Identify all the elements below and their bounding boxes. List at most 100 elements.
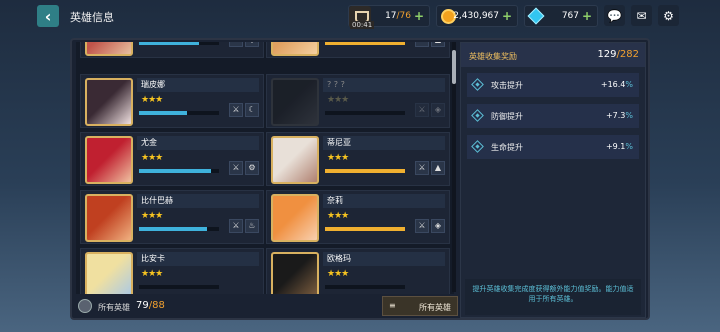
hero-card[interactable]: 蒂尼亚 ★★★ ⚔ ▲ [266,132,450,186]
hero-progress-fill [139,169,211,173]
hero-progress-bar [139,111,219,115]
hero-progress-fill [325,169,405,173]
element-icon: ☾ [245,103,259,117]
diamond-icon [471,109,484,122]
element-icon: ◈ [245,42,259,47]
hero-stars: ★★★ [141,95,163,105]
gold-resource[interactable]: 2,430,967 + [436,5,518,27]
hero-name: 尤金 [137,136,259,150]
hero-class-icons: ⚔▲ [415,161,445,175]
hero-progress-fill [325,227,405,231]
hero-card[interactable]: 比什巴赫 ★★★ ⚔ ♨ [80,190,264,244]
sword-icon: ⚔ [415,103,429,117]
hero-portrait [85,252,133,294]
scrollbar[interactable] [452,42,456,292]
hero-card[interactable]: 欧格玛 ★★★ [266,248,450,294]
element-icon: ◈ [431,219,445,233]
hero-portrait [85,42,133,56]
hero-list[interactable]: ★★★⚔◈★★★⚔▲瑞皮娜★★★⚔☾? ? ?★★★⚔◈尤金★★★⚔⚙蒂尼亚★★… [76,42,454,294]
hero-portrait [85,194,133,242]
page-title: 英雄信息 [70,11,114,24]
hero-group-icon [78,299,92,313]
hero-name: 奈莉 [323,194,445,208]
sword-icon: ⚔ [229,219,243,233]
collection-header: 英雄收集奖励 129/282 [461,43,645,67]
hero-progress-fill [325,42,405,45]
chat-button[interactable]: 💬 [604,5,625,26]
hero-count-bar: 所有英雄 79/88 ≡ 所有英雄 [76,296,458,318]
add-gold-icon[interactable]: + [502,9,512,23]
diamond-icon [471,140,484,153]
hero-stars: ★★★ [141,153,163,163]
sword-icon: ⚔ [415,161,429,175]
hero-portrait [271,194,319,242]
filter-icon: ≡ [389,301,396,310]
hero-portrait [271,136,319,184]
back-button[interactable]: ‹ [37,5,59,27]
settings-button[interactable]: ⚙ [658,5,679,26]
hero-card[interactable]: ★★★⚔◈ [80,42,264,58]
hero-progress-bar [325,227,405,231]
hero-stars: ★★★ [327,269,349,279]
hero-portrait [85,136,133,184]
collection-count: 129/282 [597,49,639,60]
hero-stars: ★★★ [327,95,349,105]
element-icon: ⚙ [245,161,259,175]
hero-progress-fill [139,42,199,45]
hero-class-icons: ⚔ ♨ [229,219,259,233]
sword-icon: ⚔ [229,161,243,175]
sword-icon: ⚔ [415,219,429,233]
sword-icon: ⚔ [229,103,243,117]
stamina-timer: 00:41 [350,21,375,29]
hero-stars: ★★★ [327,211,349,221]
diamond-icon [471,78,484,91]
hero-class-icons: ⚔◈ [415,103,445,117]
gem-icon [527,7,545,25]
stat-defense: 防御提升 +7.3% [467,104,639,128]
hero-progress-bar [325,42,405,45]
hero-progress-bar [139,42,219,45]
hero-portrait [271,78,319,126]
collection-note: 提升英雄收集完成度获得额外能力值奖励。能力值适用于所有英雄。 [465,279,641,315]
hero-stars: ★★★ [141,211,163,221]
hero-class-icons: ⚔▲ [415,42,445,47]
mail-icon: ✉ [636,8,647,23]
hero-card[interactable]: ? ? ? ★★★ ⚔ ◈ [266,74,450,128]
hero-count: 79/88 [136,300,165,311]
add-gem-icon[interactable]: + [582,9,592,23]
filter-button[interactable]: ≡ 所有英雄 [382,296,458,316]
element-icon: ◈ [431,103,445,117]
hero-name: 蒂尼亚 [323,136,445,150]
hero-card[interactable]: 奈莉 ★★★ ⚔ ◈ [266,190,450,244]
mail-button[interactable]: ✉ [631,5,652,26]
hero-card[interactable]: 比安卡 ★★★ [80,248,264,294]
hero-name: 瑞皮娜 [137,78,259,92]
element-icon: ♨ [245,219,259,233]
hero-card[interactable]: 尤金 ★★★ ⚔ ⚙ [80,132,264,186]
hero-progress-bar [139,285,219,289]
add-stamina-icon[interactable]: + [414,9,424,23]
hero-progress-bar [139,169,219,173]
hero-info-panel: ★★★⚔◈★★★⚔▲瑞皮娜★★★⚔☾? ? ?★★★⚔◈尤金★★★⚔⚙蒂尼亚★★… [70,38,650,320]
hero-card[interactable]: 瑞皮娜 ★★★ ⚔ ☾ [80,74,264,128]
hero-progress-bar [325,285,405,289]
element-icon: ▲ [431,161,445,175]
hero-class-icons: ⚔◈ [415,219,445,233]
hero-progress-bar [325,169,405,173]
hero-portrait [271,42,319,56]
hero-card[interactable]: ★★★⚔▲ [266,42,450,58]
chat-icon: 💬 [607,8,622,23]
collection-reward-panel: 英雄收集奖励 129/282 攻击提升 +16.4% 防御提升 +7.3% 生命… [460,42,646,318]
hero-portrait [271,252,319,294]
gear-icon: ⚙ [663,8,674,23]
hero-class-icons: ⚔ ⚙ [229,161,259,175]
hero-progress-bar [139,227,219,231]
hero-name: 比安卡 [137,252,259,266]
stat-attack: 攻击提升 +16.4% [467,73,639,97]
top-bar: ‹ 英雄信息 17/76 + 00:41 2,430,967 + 767 + 💬… [0,0,720,34]
hero-name: 比什巴赫 [137,194,259,208]
hero-stars: ★★★ [141,269,163,279]
gem-resource[interactable]: 767 + [524,5,598,27]
hero-progress-fill [139,111,187,115]
scroll-thumb[interactable] [452,50,456,84]
